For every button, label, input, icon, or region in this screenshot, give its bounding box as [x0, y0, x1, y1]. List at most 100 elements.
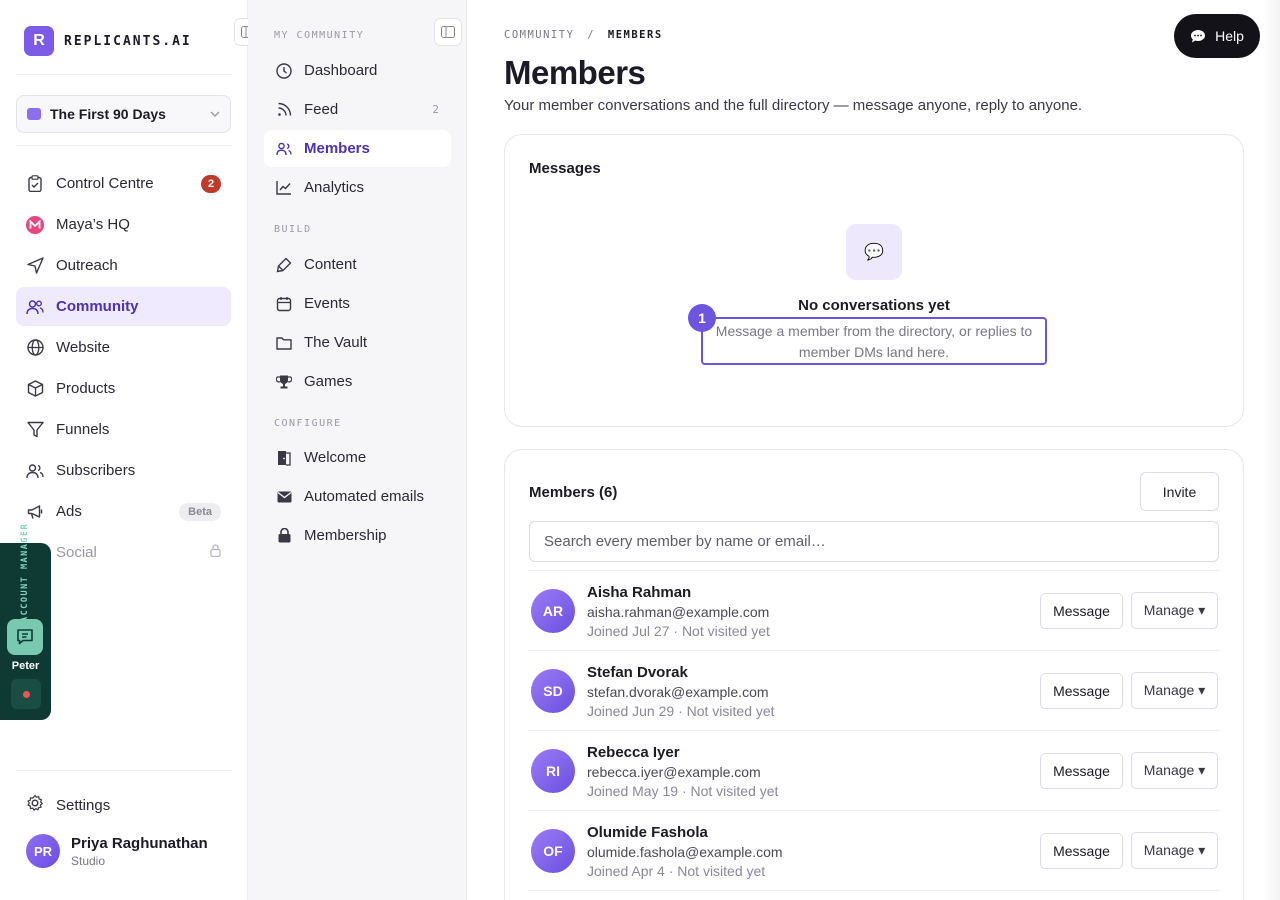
nav-label: Outreach	[56, 257, 118, 274]
subnav-item-feed[interactable]: Feed 2	[264, 91, 451, 128]
gear-icon	[26, 794, 44, 816]
member-name[interactable]: Olumide Fashola	[587, 824, 708, 841]
invite-button[interactable]: Invite	[1140, 472, 1219, 511]
message-button[interactable]: Message	[1040, 833, 1123, 869]
community-subnav: MY COMMUNITY Dashboard Feed 2 Members An…	[248, 0, 467, 900]
member-email: olumide.fashola@example.com	[587, 844, 783, 860]
nav-item-control-centre[interactable]: Control Centre 2	[16, 164, 231, 203]
subnav-item-members[interactable]: Members	[264, 130, 451, 167]
step-marker: 1	[688, 304, 716, 332]
message-button[interactable]: Message	[1040, 673, 1123, 709]
main-sidebar: R REPLICANTS.AI The First 90 Days Contro…	[0, 0, 262, 900]
message-button[interactable]: Message	[1040, 753, 1123, 789]
divider	[16, 145, 232, 146]
subnav-label: Members	[304, 140, 370, 157]
calendar-icon	[276, 296, 292, 312]
breadcrumb-members: MEMBERS	[607, 29, 663, 41]
account-manager-name: Peter	[11, 660, 40, 672]
subnav-label: Feed	[304, 101, 339, 118]
brush-icon	[276, 257, 292, 273]
members-directory-card: Members (6) Invite AR Aisha Rahman aisha…	[504, 449, 1244, 900]
subnav-label: Analytics	[304, 179, 365, 196]
message-button[interactable]: Message	[1040, 593, 1123, 629]
brand-logo: R	[24, 26, 54, 56]
nav-label: Subscribers	[56, 462, 136, 479]
member-search-input[interactable]	[529, 521, 1219, 562]
subnav-label: The Vault	[304, 334, 368, 351]
user-name: Priya Raghunathan	[71, 834, 208, 852]
manage-dropdown[interactable]: Manage ▾	[1131, 592, 1218, 629]
send-icon	[26, 257, 44, 275]
subnav-item-content[interactable]: Content	[264, 246, 451, 283]
primary-nav: Control Centre 2 Maya’s HQ Outreach Comm…	[16, 164, 231, 574]
member-meta: Joined Jul 27 · Not visited yet	[587, 623, 770, 639]
chevron-down-icon	[210, 111, 220, 117]
nav-item-funnels[interactable]: Funnels	[16, 410, 231, 449]
subnav-item-membership[interactable]: Membership	[264, 517, 451, 554]
account-manager-chat-button[interactable]	[7, 619, 43, 655]
nav-item-products[interactable]: Products	[16, 369, 231, 408]
nav-label: Maya’s HQ	[56, 216, 130, 233]
avatar[interactable]: AR	[531, 589, 575, 633]
member-row: AR Aisha Rahman aisha.rahman@example.com…	[529, 570, 1219, 650]
avatar[interactable]: RI	[531, 749, 575, 793]
nav-item-website[interactable]: Website	[16, 328, 231, 367]
subnav-item-events[interactable]: Events	[264, 285, 451, 322]
avatar[interactable]: SD	[531, 669, 575, 713]
subnav-label: Events	[304, 295, 350, 312]
member-row-divider	[529, 890, 1219, 900]
manage-dropdown[interactable]: Manage ▾	[1131, 752, 1218, 789]
breadcrumb-community[interactable]: COMMUNITY	[504, 29, 574, 41]
main-content: COMMUNITY / MEMBERS Members Your member …	[468, 0, 1280, 900]
workspace-label: The First 90 Days	[50, 106, 166, 122]
chat-icon	[17, 629, 33, 645]
megaphone-icon	[26, 503, 44, 521]
nav-item-subscribers[interactable]: Subscribers	[16, 451, 231, 490]
manage-dropdown[interactable]: Manage ▾	[1131, 672, 1218, 709]
user-profile[interactable]: PR Priya Raghunathan Studio	[26, 834, 208, 868]
subnav-item-welcome[interactable]: Welcome	[264, 439, 451, 476]
subnav-item-games[interactable]: Games	[264, 363, 451, 400]
trophy-icon	[276, 374, 292, 390]
feed-count: 2	[432, 103, 439, 116]
workspace-icon	[27, 108, 41, 120]
subscribers-icon	[26, 462, 44, 480]
subnav-item-the-vault[interactable]: The Vault	[264, 324, 451, 361]
record-dot-icon	[22, 690, 30, 698]
settings-button[interactable]: Settings	[16, 786, 231, 824]
divider	[16, 74, 232, 75]
clock-icon	[276, 62, 292, 79]
nav-label: Community	[56, 298, 139, 315]
chat-bubble-icon	[1191, 29, 1206, 42]
avatar[interactable]: OF	[531, 829, 575, 873]
subnav-item-automated-emails[interactable]: Automated emails	[264, 478, 451, 515]
help-button[interactable]: Help	[1174, 14, 1260, 58]
manage-dropdown[interactable]: Manage ▾	[1131, 832, 1218, 869]
nav-item-mayas-hq[interactable]: Maya’s HQ	[16, 205, 231, 244]
help-label: Help	[1215, 28, 1244, 44]
nav-item-outreach[interactable]: Outreach	[16, 246, 231, 285]
workspace-selector[interactable]: The First 90 Days	[16, 95, 231, 133]
record-button[interactable]	[11, 679, 41, 709]
member-name[interactable]: Rebecca Iyer	[587, 744, 680, 761]
maya-logo-icon	[26, 215, 44, 234]
collapse-subnav-button[interactable]	[434, 18, 462, 46]
lock-icon	[210, 544, 221, 561]
subnav-section-my-community: MY COMMUNITY	[274, 30, 365, 41]
subnav-item-analytics[interactable]: Analytics	[264, 169, 451, 206]
member-name[interactable]: Stefan Dvorak	[587, 664, 688, 681]
messages-title: Messages	[529, 160, 601, 177]
empty-state-title: No conversations yet	[798, 297, 950, 314]
nav-label: Social	[56, 544, 97, 561]
member-email: stefan.dvorak@example.com	[587, 684, 769, 700]
page-title: Members	[504, 54, 646, 91]
subnav-item-dashboard[interactable]: Dashboard	[264, 52, 451, 89]
users-icon	[26, 298, 44, 316]
nav-item-community[interactable]: Community	[16, 287, 231, 326]
brand[interactable]: R REPLICANTS.AI	[24, 26, 192, 56]
member-name[interactable]: Aisha Rahman	[587, 584, 691, 601]
member-email: aisha.rahman@example.com	[587, 604, 770, 620]
door-icon	[276, 450, 292, 466]
sidebar-toggle-icon	[441, 26, 455, 38]
nav-item-ads[interactable]: Ads Beta	[16, 492, 231, 531]
